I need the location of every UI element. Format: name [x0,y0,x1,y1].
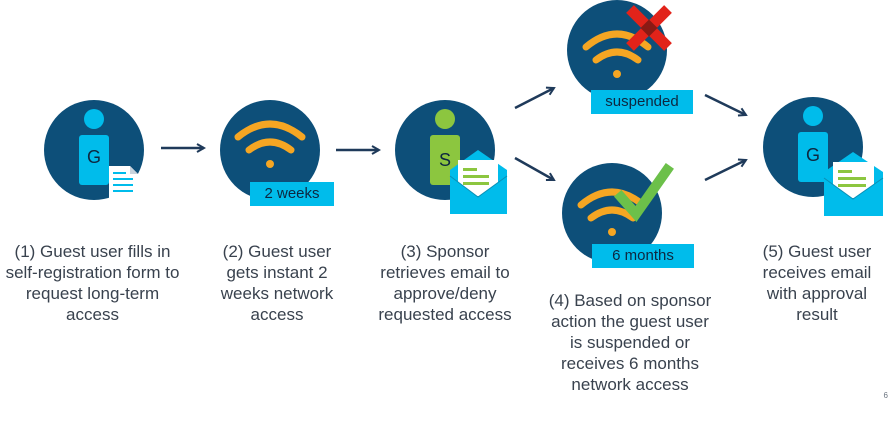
arrow-to-approved [514,156,554,182]
step3-caption: (3) Sponsor retrieves email to approve/d… [378,242,512,324]
duration-badge-2-weeks: 2 weeks [250,182,334,206]
status-badge-suspended: suspended [591,90,693,114]
workflow-diagram [44,0,884,263]
step5-caption: (5) Guest user receives email with appro… [762,242,872,324]
page-number: 6 [883,391,888,400]
step2-caption: (2) Guest user gets instant 2 weeks netw… [220,242,334,324]
arrow-to-suspended [514,88,554,110]
step4-caption: (4) Based on sponsor action the guest us… [548,291,712,394]
avatar-letter-sponsor: S [438,150,451,170]
duration-badge-6-months: 6 months [592,244,694,268]
step4-suspended-icon [567,0,672,100]
avatar-letter-guest: G [86,147,101,167]
arrow-from-approved [704,160,746,182]
step1-caption: (1) Guest user fills in self-registratio… [5,242,180,324]
avatar-letter-guest-result: G [805,145,820,165]
arrow-from-suspended [704,93,746,115]
form-document-icon [109,166,138,199]
